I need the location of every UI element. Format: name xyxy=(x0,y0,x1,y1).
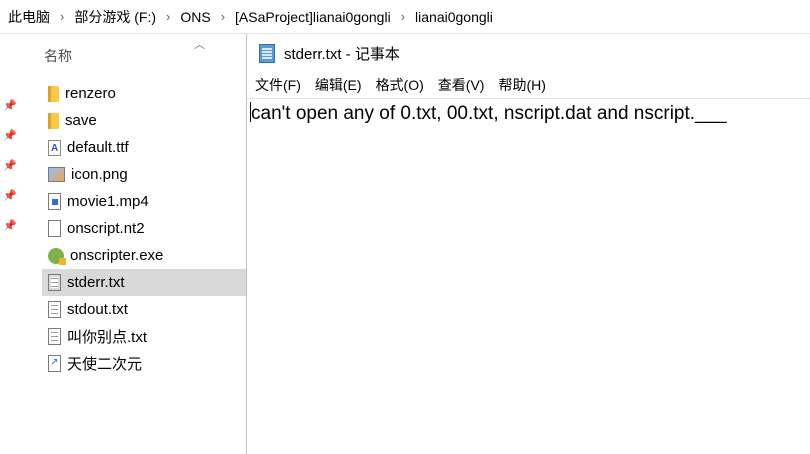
file-list-pane: 名称 ︿ renzero save default.ttf icon.png movie… xyxy=(22,34,246,454)
shortcut-icon xyxy=(48,355,61,372)
pin-icon[interactable]: 📌 xyxy=(3,130,17,142)
file-row[interactable]: onscript.nt2 xyxy=(42,215,246,242)
file-row[interactable]: movie1.mp4 xyxy=(42,188,246,215)
folder-icon xyxy=(48,112,59,129)
file-list: renzero save default.ttf icon.png movie1.mp4… xyxy=(42,80,246,377)
file-name: renzero xyxy=(65,85,116,102)
file-row[interactable]: default.ttf xyxy=(42,134,246,161)
file-name: movie1.mp4 xyxy=(67,193,149,210)
chevron-right-icon[interactable]: › xyxy=(158,9,178,24)
breadcrumb-project[interactable]: [ASaProject]lianai0gongli xyxy=(233,9,393,25)
pin-icon[interactable]: 📌 xyxy=(3,190,17,202)
text-editor-area[interactable]: can't open any of 0.txt, 00.txt, nscript… xyxy=(247,98,810,454)
file-row[interactable]: icon.png xyxy=(42,161,246,188)
text-file-icon xyxy=(48,274,61,291)
menu-bar: 文件(F) 编辑(E) 格式(O) 查看(V) 帮助(H) xyxy=(247,72,810,98)
chevron-right-icon[interactable]: › xyxy=(393,9,413,24)
file-name: 天使二次元 xyxy=(67,356,143,373)
file-name: save xyxy=(65,112,97,129)
file-row[interactable]: renzero xyxy=(42,80,246,107)
text-file-icon xyxy=(48,328,61,345)
file-row[interactable]: save xyxy=(42,107,246,134)
quick-access-gutter: 📌 📌 📌 📌 📌 xyxy=(0,34,23,454)
file-name: icon.png xyxy=(71,166,128,183)
text-file-icon xyxy=(48,301,61,318)
breadcrumb-drive[interactable]: 部分游戏 (F:) xyxy=(72,7,158,27)
chevron-right-icon[interactable]: › xyxy=(213,9,233,24)
file-row[interactable]: stdout.txt xyxy=(42,296,246,323)
menu-file[interactable]: 文件(F) xyxy=(255,75,301,95)
notepad-window: stderr.txt - 记事本 文件(F) 编辑(E) 格式(O) 查看(V)… xyxy=(246,34,810,454)
pin-icon[interactable]: 📌 xyxy=(3,160,17,172)
video-file-icon xyxy=(48,193,61,210)
pin-icon[interactable]: 📌 xyxy=(3,220,17,232)
breadcrumb-this-pc[interactable]: 此电脑 xyxy=(6,7,52,27)
file-row[interactable]: stderr.txt xyxy=(42,269,246,296)
font-file-icon xyxy=(48,139,61,156)
file-name: stdout.txt xyxy=(67,301,128,318)
pin-icon[interactable]: 📌 xyxy=(3,100,17,112)
file-name: onscript.nt2 xyxy=(67,220,145,237)
menu-help[interactable]: 帮助(H) xyxy=(498,75,545,95)
image-file-icon xyxy=(48,167,65,182)
file-row[interactable]: onscripter.exe xyxy=(42,242,246,269)
file-row[interactable]: 叫你别点.txt xyxy=(42,323,246,350)
menu-format[interactable]: 格式(O) xyxy=(376,75,424,95)
exe-file-icon xyxy=(48,247,66,265)
folder-icon xyxy=(48,85,59,102)
file-row[interactable]: 天使二次元 xyxy=(42,350,246,377)
file-name: stderr.txt xyxy=(67,274,125,291)
window-title: stderr.txt - 记事本 xyxy=(284,45,400,63)
file-name: onscripter.exe xyxy=(70,247,164,264)
document-text: can't open any of 0.txt, 00.txt, nscript… xyxy=(251,103,727,124)
menu-edit[interactable]: 编辑(E) xyxy=(315,75,362,95)
chevron-right-icon[interactable]: › xyxy=(52,9,72,24)
breadcrumb-current[interactable]: lianai0gongli xyxy=(413,9,495,25)
file-name: 叫你别点.txt xyxy=(67,329,148,346)
file-name: default.ttf xyxy=(67,139,129,156)
sort-up-icon[interactable]: ︿ xyxy=(194,36,205,52)
blank-file-icon xyxy=(48,220,61,237)
notepad-titlebar[interactable]: stderr.txt - 记事本 xyxy=(247,34,810,72)
notepad-icon xyxy=(259,43,275,63)
menu-view[interactable]: 查看(V) xyxy=(438,75,485,95)
column-header-name[interactable]: 名称 xyxy=(44,46,72,66)
breadcrumb-ons[interactable]: ONS xyxy=(178,9,212,25)
address-bar[interactable]: 此电脑 › 部分游戏 (F:) › ONS › [ASaProject]lian… xyxy=(0,0,810,34)
